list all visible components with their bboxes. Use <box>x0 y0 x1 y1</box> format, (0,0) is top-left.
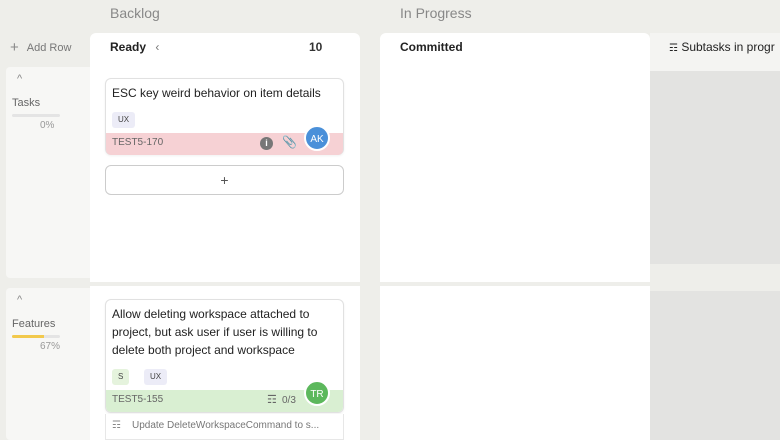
lane-committed-top <box>380 33 650 282</box>
avatar[interactable]: TR <box>304 380 330 406</box>
avatar[interactable]: AK <box>304 125 330 151</box>
card-id: TEST5-170 <box>112 137 164 148</box>
progress-bar <box>12 335 60 338</box>
card-id: TEST5-155 <box>112 394 164 405</box>
row-label-tasks[interactable]: ^ Tasks 0% <box>6 67 90 278</box>
add-row-label: Add Row <box>26 41 72 54</box>
subtask-row[interactable]: ☶ Update DeleteWorkspaceCommand to s... <box>105 414 344 440</box>
card[interactable]: ESC key weird behavior on item details U… <box>105 78 344 155</box>
subtask-icon: ☶ <box>112 420 121 431</box>
card-title: ESC key weird behavior on item details <box>112 86 321 100</box>
tag-ux: UX <box>144 369 168 385</box>
card[interactable]: Allow deleting workspace attached to pro… <box>105 299 344 413</box>
chevron-left-icon[interactable]: ‹ <box>155 40 159 54</box>
column-header-backlog: Backlog <box>110 5 160 21</box>
lane-ready-top <box>90 33 360 282</box>
lane-title-subtasks[interactable]: ☶ Subtasks in progr <box>669 40 775 54</box>
subtask-icon: ☶ <box>669 43 678 54</box>
progress-percent: 0% <box>40 120 55 131</box>
attachment-icon[interactable]: 📎 <box>282 135 297 149</box>
chevron-up-icon[interactable]: ^ <box>17 294 22 306</box>
lane-title-committed[interactable]: Committed <box>400 40 463 54</box>
subtask-title: Update DeleteWorkspaceCommand to s... <box>132 420 320 431</box>
row-name: Tasks <box>12 97 41 109</box>
subtask-count: 0/3 <box>282 395 296 406</box>
progress-bar <box>12 114 60 117</box>
lane-committed-bottom <box>380 286 650 440</box>
add-card-button[interactable]: + <box>105 165 344 195</box>
chevron-up-icon[interactable]: ^ <box>17 73 22 85</box>
progress-percent: 67% <box>40 341 61 352</box>
lane-title-ready[interactable]: Ready ‹ <box>110 40 159 54</box>
column-header-in-progress: In Progress <box>400 5 472 21</box>
lane-count: 10 <box>309 40 323 54</box>
plus-icon: + <box>10 39 19 56</box>
lane-subtasks-top <box>650 71 780 264</box>
info-icon[interactable]: i <box>260 137 273 150</box>
row-label-features[interactable]: ^ Features 67% <box>6 288 90 440</box>
tag-ux: UX <box>112 112 136 128</box>
card-title: Allow deleting workspace attached to pro… <box>112 307 318 357</box>
row-name: Features <box>12 318 56 330</box>
tag-s: S <box>112 369 130 385</box>
lane-subtasks-bottom <box>650 291 780 440</box>
add-row-button[interactable]: + Add Row <box>10 40 71 55</box>
subtask-icon: ☶ <box>267 394 277 406</box>
